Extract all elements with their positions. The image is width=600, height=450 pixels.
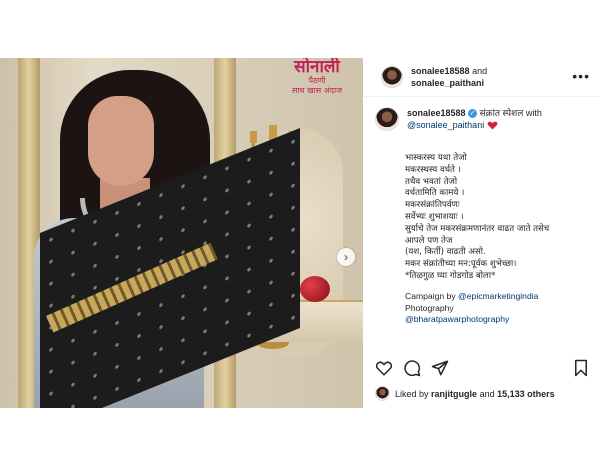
credit-campaign-handle[interactable]: @epicmarketingindia (458, 291, 538, 301)
more-options-icon[interactable]: ••• (572, 69, 590, 83)
red-apple (300, 276, 330, 302)
comment-icon[interactable] (403, 359, 421, 377)
header-collaborator[interactable]: sonalee_paithani (411, 78, 484, 88)
likes-summary: Liked by ranjitgugle and 15,133 others (375, 386, 555, 401)
caption-text: sonalee18588 ✓ संक्रांत स्पेशल with @son… (407, 107, 542, 131)
brand-title: सोनाली (294, 58, 340, 77)
header-usernames: sonalee18588 and sonalee_paithani (411, 65, 487, 89)
avatar[interactable] (375, 107, 399, 131)
likes-joiner: and (479, 388, 495, 399)
brand-tagline: साथ खास अंदाज (291, 86, 343, 95)
chevron-right-icon: › (344, 250, 348, 264)
avatar[interactable] (375, 386, 390, 401)
caption-headline: संक्रांत स्पेशल with (479, 108, 542, 118)
brand-logo: सोनाली पैठणी साथ खास अंदाज (282, 58, 352, 96)
post-sidebar: sonalee18588 and sonalee_paithani ••• so… (363, 58, 600, 408)
like-heart-icon[interactable] (375, 359, 393, 377)
share-icon[interactable] (431, 359, 449, 377)
brand-sub: पैठणी (308, 76, 326, 85)
caption-username[interactable]: sonalee18588 (407, 108, 466, 118)
instagram-post: सोनाली पैठणी साथ खास अंदाज › sonalee1858… (0, 58, 600, 408)
caption-credits: Campaign by @epicmarketingindia Photogra… (405, 291, 590, 326)
likes-user[interactable]: ranjitgugle (431, 389, 477, 399)
post-actions (375, 358, 590, 378)
bookmark-icon[interactable] (572, 359, 590, 377)
caption-area: sonalee18588 ✓ संक्रांत स्पेशल with @son… (363, 97, 600, 327)
header-joiner: and (472, 66, 488, 76)
avatar[interactable] (381, 66, 403, 88)
caption-poem: भास्करस्य यथा तेजो मकरस्थस्य वर्धते । तथ… (405, 153, 550, 281)
credit-campaign-label: Campaign by (405, 290, 456, 301)
likes-others[interactable]: 15,133 others (497, 389, 555, 399)
next-image-button[interactable]: › (337, 248, 355, 266)
credit-photo-handle[interactable]: @bharatpawarphotography (405, 314, 509, 324)
post-photo[interactable]: सोनाली पैठणी साथ खास अंदाज › (0, 58, 363, 408)
caption-mention[interactable]: @sonalee_paithani (407, 120, 484, 130)
verified-badge-icon: ✓ (468, 109, 478, 119)
header-username[interactable]: sonalee18588 (411, 66, 470, 76)
model-face (88, 96, 154, 186)
likes-prefix: Liked by (395, 388, 429, 399)
credit-photo-label: Photography (405, 302, 454, 313)
heart-emoji-icon (487, 121, 498, 130)
post-header: sonalee18588 and sonalee_paithani ••• (363, 58, 600, 97)
caption-row: sonalee18588 ✓ संक्रांत स्पेशल with @son… (375, 107, 590, 131)
